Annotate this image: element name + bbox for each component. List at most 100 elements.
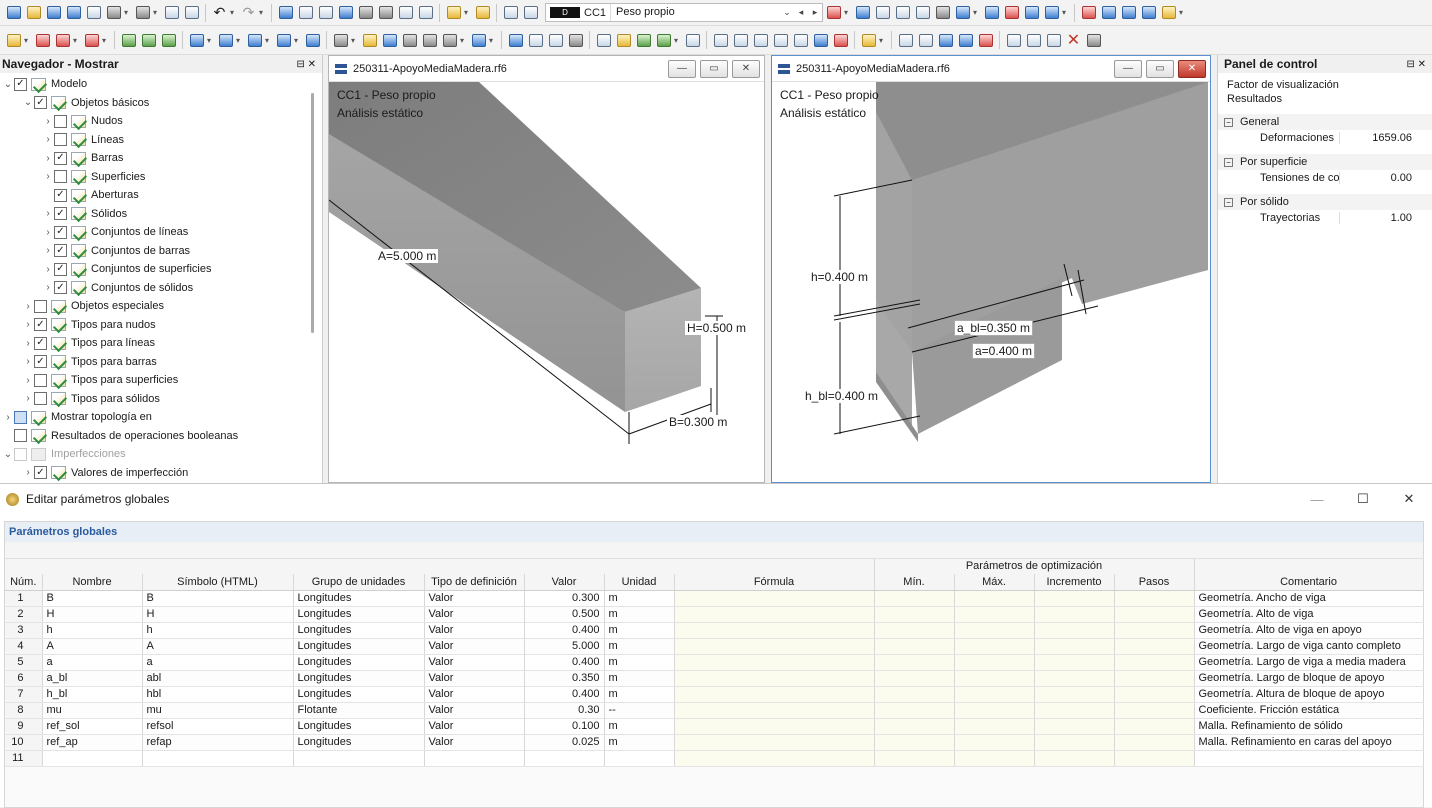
nav-item[interactable]: › Mostrar topología en	[2, 408, 152, 426]
nav-item[interactable]: › Tipos para sólidos	[22, 390, 160, 408]
dialog-close-button[interactable]: ✕	[1386, 491, 1432, 507]
table-cell[interactable]: 0.400	[524, 686, 605, 703]
redo-icon[interactable]: ↷	[239, 3, 258, 22]
bar-results-icon[interactable]	[1042, 3, 1061, 22]
new-file-icon[interactable]	[4, 3, 23, 22]
surface-icon[interactable]	[614, 31, 633, 50]
table-cell[interactable]: 0.400	[524, 654, 605, 671]
grid-gear-icon[interactable]	[916, 31, 935, 50]
table-cell[interactable]: Valor	[424, 638, 525, 655]
table-cell[interactable]: Longitudes	[293, 622, 425, 639]
expander-icon[interactable]: ›	[42, 264, 54, 275]
checkbox[interactable]: ✓	[54, 244, 67, 257]
collapse-icon[interactable]: −	[1224, 197, 1233, 207]
table-cell[interactable]	[674, 686, 875, 703]
view-mode3-icon[interactable]	[976, 31, 995, 50]
checkbox[interactable]: ✓	[54, 262, 67, 276]
table-cell[interactable]	[1114, 702, 1195, 719]
nav-item[interactable]: › Nudos	[42, 112, 123, 130]
table-cell[interactable]	[1034, 686, 1115, 703]
table-cell[interactable]	[1114, 606, 1195, 623]
expander-icon[interactable]: ›	[42, 208, 54, 219]
close-button[interactable]: ✕	[732, 59, 760, 78]
table-cell[interactable]	[874, 654, 955, 671]
mesh-icon[interactable]	[187, 31, 206, 50]
nav-item[interactable]: › ✓ Conjuntos de líneas	[42, 223, 188, 241]
table-cell[interactable]	[1034, 638, 1115, 655]
table-cell[interactable]	[1114, 638, 1195, 655]
export-icon[interactable]	[1022, 3, 1041, 22]
cube-alt-icon[interactable]	[1119, 3, 1138, 22]
table-cell[interactable]	[1034, 750, 1115, 767]
select-icon[interactable]	[4, 31, 23, 50]
panel-pin-icon[interactable]: ⊟ ✕	[296, 59, 316, 70]
wind-icon[interactable]	[303, 31, 322, 50]
table-cell[interactable]	[954, 622, 1035, 639]
table-cell[interactable]: Geometría. Alto de viga	[1194, 606, 1424, 623]
row-value[interactable]: 1.00	[1340, 212, 1416, 224]
table-cell[interactable]: 0.025	[524, 734, 605, 751]
table-cell[interactable]: a	[42, 654, 143, 671]
nav-item[interactable]: › ✓ Tipos para líneas	[22, 334, 155, 352]
table-cell[interactable]	[1034, 734, 1115, 751]
table-cell[interactable]: ref_sol	[42, 718, 143, 735]
close-button[interactable]: ✕	[1178, 59, 1206, 78]
table-cell[interactable]	[954, 606, 1035, 623]
table-cell[interactable]	[874, 590, 955, 607]
document-icon[interactable]	[182, 3, 201, 22]
maximize-button[interactable]: ▭	[700, 59, 728, 78]
share-icon[interactable]	[64, 3, 83, 22]
open-folder-icon[interactable]	[24, 3, 43, 22]
table-cell[interactable]: Valor	[424, 590, 525, 607]
table-cell[interactable]	[874, 718, 955, 735]
table-cell[interactable]: 0.300	[524, 590, 605, 607]
table-cell[interactable]: 0.400	[524, 622, 605, 639]
nav-item[interactable]: › ✓ Tipos para barras	[22, 353, 157, 371]
table-cell[interactable]: H	[142, 606, 294, 623]
table-cell[interactable]: 0.100	[524, 718, 605, 735]
table-cell[interactable]: m	[604, 686, 675, 703]
table-cell[interactable]: refsol	[142, 718, 294, 735]
table-cell[interactable]	[1114, 654, 1195, 671]
table-cell[interactable]	[674, 670, 875, 687]
table-cell[interactable]	[1194, 750, 1424, 767]
table-cell[interactable]	[674, 654, 875, 671]
table-cell[interactable]: Geometría. Largo de viga canto completo	[1194, 638, 1424, 655]
isolines-icon[interactable]	[933, 3, 952, 22]
axis-icon[interactable]	[501, 3, 520, 22]
table-cell[interactable]	[1114, 750, 1195, 767]
panel-pin-icon[interactable]: ⊟ ✕	[1406, 59, 1426, 70]
minimize-button[interactable]: —	[1114, 59, 1142, 78]
table-cell[interactable]	[1114, 622, 1195, 639]
filter-icon[interactable]	[1159, 3, 1178, 22]
dimension3-icon[interactable]	[566, 31, 585, 50]
table-cell[interactable]: Geometría. Alto de viga en apoyo	[1194, 622, 1424, 639]
align5-icon[interactable]	[791, 31, 810, 50]
polyline-icon[interactable]	[82, 31, 101, 50]
nav-item[interactable]: ⌄ Imperfecciones	[2, 445, 126, 463]
support-icon[interactable]	[119, 31, 138, 50]
table-cell[interactable]: Longitudes	[293, 638, 425, 655]
color-icon[interactable]	[859, 31, 878, 50]
table-cell[interactable]: 0.350	[524, 670, 605, 687]
cube-rotate-icon[interactable]	[1139, 3, 1158, 22]
table-cell[interactable]	[954, 686, 1035, 703]
table-cell[interactable]	[954, 590, 1035, 607]
dimension-icon[interactable]	[526, 31, 545, 50]
table-cell[interactable]: a	[142, 654, 294, 671]
table-cell[interactable]: Valor	[424, 734, 525, 751]
table-cell[interactable]	[954, 638, 1035, 655]
script-icon[interactable]	[376, 3, 395, 22]
table-cell[interactable]	[674, 734, 875, 751]
table-cell[interactable]: Longitudes	[293, 686, 425, 703]
control-panel-section[interactable]: − General	[1218, 114, 1432, 130]
table-cell[interactable]: B	[42, 590, 143, 607]
checkbox[interactable]	[34, 373, 47, 387]
column-header[interactable]: Símbolo (HTML)	[142, 574, 294, 591]
table-cell[interactable]	[874, 606, 955, 623]
line-icon[interactable]	[33, 31, 52, 50]
table-row[interactable]: 11	[5, 750, 1424, 767]
table-cell[interactable]: h	[142, 622, 294, 639]
control-panel-section[interactable]: − Por sólido	[1218, 194, 1432, 210]
table-cell[interactable]: ref_ap	[42, 734, 143, 751]
